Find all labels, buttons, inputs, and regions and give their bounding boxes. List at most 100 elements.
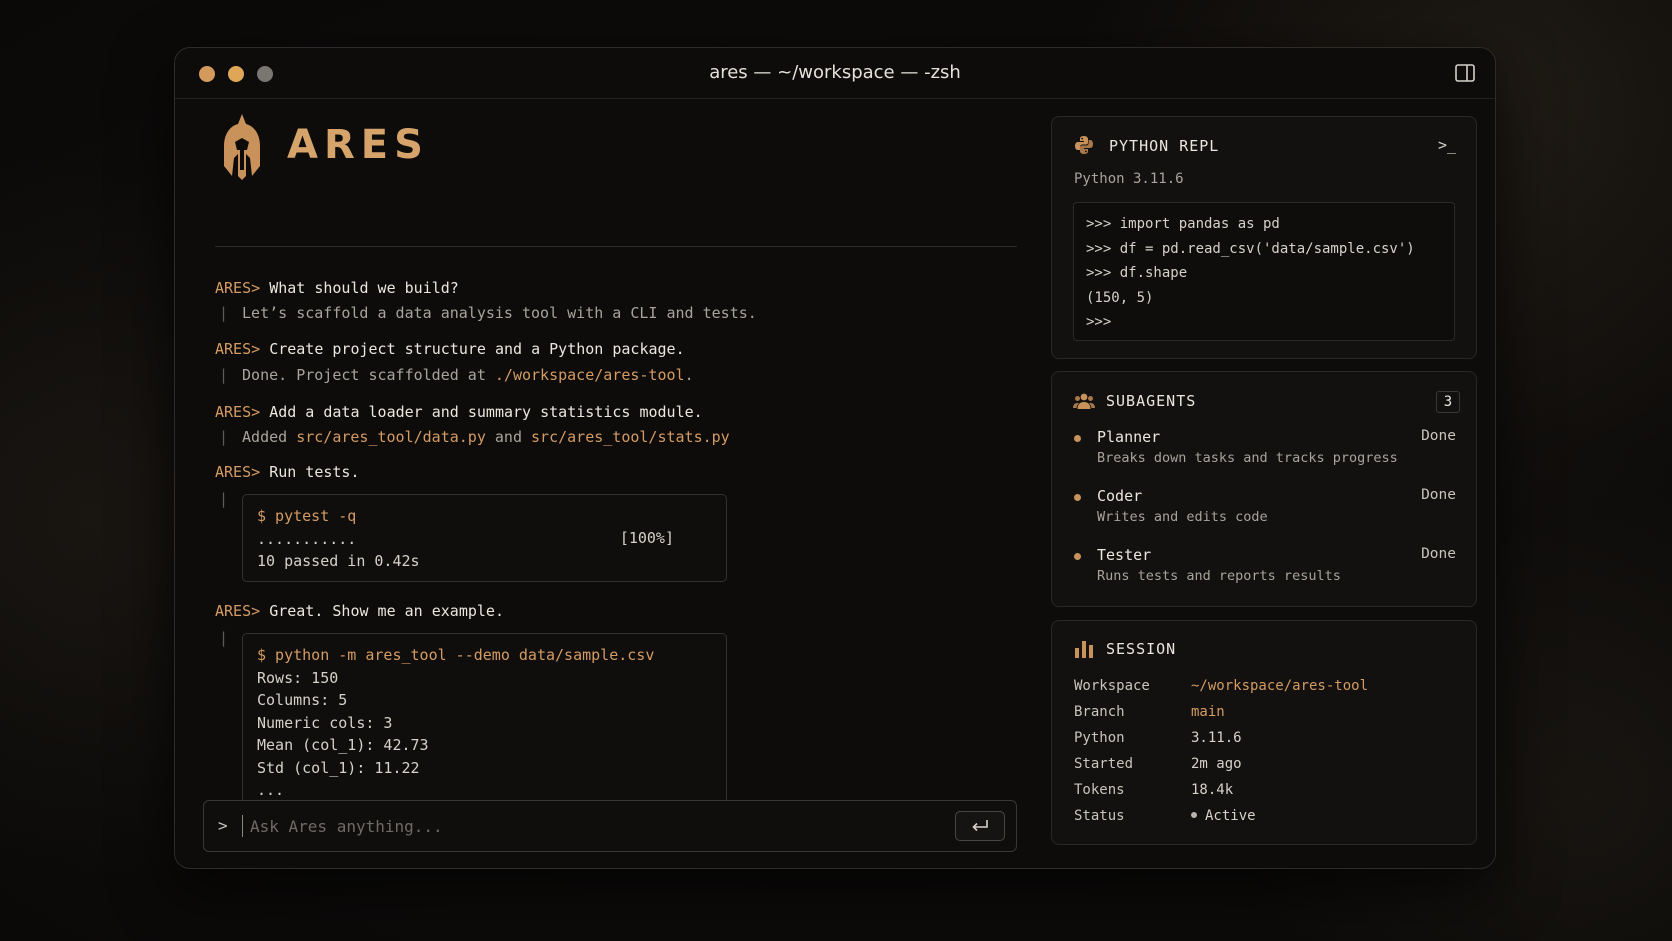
send-button[interactable] [955, 811, 1005, 841]
prompt-label: ARES> [215, 279, 261, 297]
subagent-name: Planner [1097, 428, 1161, 446]
subagent-status: Done [1421, 487, 1456, 503]
prompt-label: ARES> [215, 340, 261, 358]
brand-header: ARES [215, 110, 1017, 186]
output-line: Rows: 150 [257, 668, 339, 687]
title-bar: ares — ~/workspace — -zsh [175, 48, 1495, 99]
output-line: Std (col_1): 11.22 [257, 758, 420, 777]
chevron-right-icon: > [218, 816, 228, 835]
status-dot [1074, 553, 1081, 560]
repl-line: (150, 5) [1086, 289, 1154, 306]
session-value: 3.11.6 [1191, 730, 1242, 746]
subagents-panel: SUBAGENTS 3 Planner Breaks down tasks an… [1051, 371, 1477, 607]
output-line: ... [257, 781, 285, 799]
file-path-link[interactable]: ./workspace/ares-tool [495, 366, 685, 384]
status-dot [1191, 812, 1197, 818]
command-line: $ pytest -q [257, 507, 357, 525]
session-key: Python [1074, 730, 1125, 746]
session-status-value: Active [1191, 808, 1256, 824]
progress-percent: [100%] [619, 529, 674, 547]
terminal-icon[interactable]: >_ [1438, 136, 1456, 154]
chat-input[interactable] [250, 813, 950, 839]
assistant-reply: | Done. Project scaffolded at ./workspace… [219, 366, 694, 384]
repl-title: PYTHON REPL [1109, 137, 1220, 155]
session-panel: SESSION Workspace ~/workspace/ares-tool … [1051, 620, 1477, 845]
subagent-item[interactable]: Planner Breaks down tasks and tracks pro… [1074, 428, 1456, 470]
user-message-text: Create project structure and a Python pa… [269, 340, 685, 358]
text-cursor [242, 815, 243, 837]
session-key: Workspace [1074, 678, 1150, 694]
reply-text: . [684, 366, 694, 384]
reply-text: and [485, 428, 532, 446]
subagent-count-badge: 3 [1436, 391, 1460, 413]
enter-icon [972, 820, 988, 832]
user-message-text: What should we build? [269, 279, 459, 297]
session-key: Branch [1074, 704, 1125, 720]
prompt-label: ARES> [215, 463, 261, 481]
session-value[interactable]: ~/workspace/ares-tool [1191, 678, 1368, 694]
code-output-block: $ pytest -q ........... 10 passed in 0.4… [242, 494, 727, 582]
session-key: Started [1074, 756, 1134, 772]
subagent-description: Breaks down tasks and tracks progress [1097, 450, 1398, 466]
output-line: Mean (col_1): 42.73 [257, 736, 429, 754]
subagent-item[interactable]: Tester Runs tests and reports results Do… [1074, 546, 1456, 588]
repl-line: >>> df.shape [1086, 265, 1188, 281]
status-dot [1074, 435, 1081, 442]
session-key: Tokens [1074, 782, 1125, 798]
user-message-text: Run tests. [269, 463, 360, 481]
output-line: Columns: 5 [257, 691, 348, 709]
session-value: 18.4k [1191, 782, 1234, 798]
subagent-description: Runs tests and reports results [1097, 568, 1341, 584]
bar-chart-icon [1075, 641, 1093, 658]
user-message: ARES> Run tests. [215, 462, 360, 482]
assistant-reply: | Added src/ares_tool/data.py and src/are… [219, 428, 730, 446]
user-message: ARES> What should we build? [215, 278, 459, 298]
session-value[interactable]: main [1191, 704, 1225, 720]
helmet-logo-icon [224, 114, 260, 180]
subagent-description: Writes and edits code [1097, 509, 1268, 525]
subagent-status: Done [1421, 428, 1456, 444]
chat-pane: ARES ARES> What should we build? | Let’s … [215, 110, 1017, 810]
subagent-name: Tester [1097, 546, 1152, 564]
session-title: SESSION [1106, 640, 1177, 658]
session-value: 2m ago [1191, 756, 1242, 772]
user-message-text: Great. Show me an example. [269, 602, 504, 620]
output-line: Numeric cols: 3 [257, 713, 393, 732]
brand-name: ARES [287, 122, 429, 168]
python-version: Python 3.11.6 [1074, 171, 1184, 187]
status-text: Active [1205, 808, 1256, 824]
reply-text: Done. Project scaffolded at [242, 366, 495, 384]
terminal-window: ares — ~/workspace — -zsh ARES ARES> Wha… [174, 47, 1496, 869]
repl-output[interactable]: >>> import pandas as pd >>> df = pd.read… [1073, 202, 1455, 341]
divider [215, 246, 1017, 247]
command-line: $ python -m ares_tool --demo data/sample… [257, 646, 655, 664]
user-message-text: Add a data loader and summary statistics… [269, 403, 703, 421]
assistant-reply: | Let’s scaffold a data analysis tool wit… [219, 304, 757, 322]
file-path-link[interactable]: src/ares_tool/stats.py [531, 428, 730, 446]
subagent-item[interactable]: Coder Writes and edits code Done [1074, 487, 1456, 529]
output-line: 10 passed in 0.42s [257, 552, 420, 570]
subagent-name: Coder [1097, 487, 1143, 505]
code-output-block: $ python -m ares_tool --demo data/sample… [242, 633, 727, 810]
python-icon [1075, 136, 1093, 154]
python-repl-panel: PYTHON REPL >_ Python 3.11.6 >>> import … [1051, 116, 1477, 359]
reply-bar: | [219, 629, 229, 647]
users-icon [1073, 393, 1095, 409]
user-message: ARES> Add a data loader and summary stat… [215, 402, 703, 422]
prompt-label: ARES> [215, 403, 261, 421]
split-layout-icon[interactable] [1455, 64, 1475, 82]
status-dot [1074, 494, 1081, 501]
repl-line: >>> import pandas as pd [1086, 216, 1280, 232]
repl-line: >>> df = pd.read_csv('data/sample.csv') [1086, 240, 1415, 257]
file-path-link[interactable]: src/ares_tool/data.py [296, 428, 486, 446]
user-message: ARES> Great. Show me an example. [215, 601, 504, 621]
reply-text: Let’s scaffold a data analysis tool with… [242, 304, 757, 322]
prompt-label: ARES> [215, 602, 261, 620]
chat-input-bar: > [203, 800, 1017, 852]
reply-text: Added [242, 428, 297, 446]
repl-line: >>> [1086, 314, 1112, 330]
session-key: Status [1074, 808, 1125, 824]
subagents-title: SUBAGENTS [1106, 392, 1197, 410]
window-title: ares — ~/workspace — -zsh [709, 62, 961, 83]
reply-bar: | [219, 490, 229, 508]
